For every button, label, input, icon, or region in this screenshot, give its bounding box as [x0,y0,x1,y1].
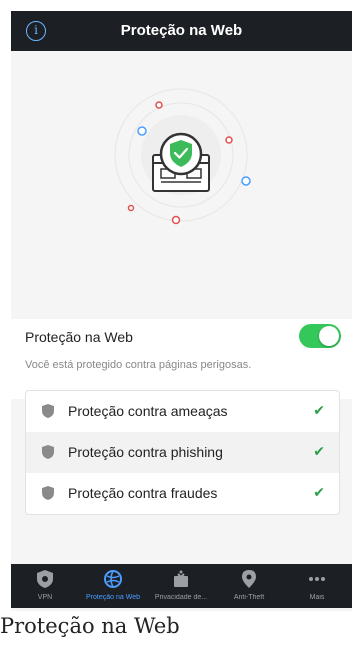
shield-icon [42,404,54,423]
protection-label: Proteção na Web [25,329,133,345]
tab-label: Proteção na Web [86,594,140,601]
tab-label: Anti-Theft [233,594,265,601]
tab-anti-theft[interactable]: Anti-Theft [215,564,283,608]
more-icon [283,570,351,588]
tab-privacy[interactable]: Privacidade de... [147,564,215,608]
tab-more[interactable]: Mais [283,564,351,608]
list-item[interactable]: Proteção contra fraudes ✔ [26,473,339,514]
vpn-icon [11,570,79,588]
page-caption: Proteção na Web [0,614,180,638]
web-protection-illustration [114,88,251,225]
protection-description: Você está protegido contra páginas perig… [25,359,252,371]
tab-label: VPN [37,594,53,601]
bottom-tab-bar: VPN Proteção na Web Privacidade de... An… [11,564,352,608]
tab-label: Mais [309,594,325,601]
protection-toggle[interactable] [299,324,341,348]
web-protection-icon [79,570,147,588]
app-screen: i Proteção na Web Proteção na Web Você e… [11,11,352,611]
protection-card: Proteção na Web Você está protegido cont… [11,319,352,399]
check-icon: ✔ [313,443,325,459]
check-icon: ✔ [313,402,325,418]
hero-illustration [11,51,352,319]
check-icon: ✔ [313,484,325,500]
title-bar: i Proteção na Web [11,11,352,51]
feature-label: Proteção contra fraudes [68,485,218,501]
tab-web-protection[interactable]: Proteção na Web [79,564,147,608]
list-item[interactable]: Proteção contra phishing ✔ [26,432,339,473]
toggle-knob [319,326,339,346]
shield-icon [42,445,54,464]
features-list: Proteção contra ameaças ✔ Proteção contr… [25,390,340,515]
shield-icon [42,486,54,505]
tab-label: Privacidade de... [154,594,208,601]
feature-label: Proteção contra phishing [68,444,223,460]
anti-theft-icon [215,570,283,588]
list-item[interactable]: Proteção contra ameaças ✔ [26,391,339,432]
tab-vpn[interactable]: VPN [11,564,79,608]
feature-label: Proteção contra ameaças [68,403,228,419]
page-title: Proteção na Web [120,22,243,39]
privacy-icon [147,570,215,588]
